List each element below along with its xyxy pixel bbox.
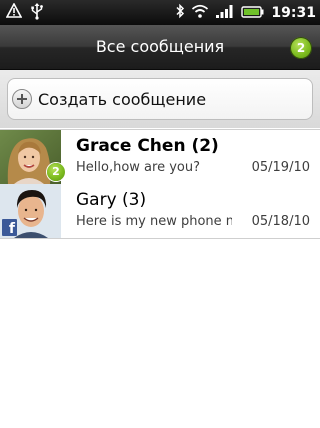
plus-icon <box>12 89 32 109</box>
title-bar: Все сообщения 2 <box>0 25 320 70</box>
thread-item[interactable]: f Gary (3) Here is my new phone number 0… <box>0 184 320 239</box>
alert-icon <box>5 2 23 23</box>
message-preview: Here is my new phone number <box>76 214 232 229</box>
contact-avatar[interactable]: f <box>0 184 61 238</box>
message-preview: Hello,how are you? <box>76 160 200 175</box>
status-bar: 19:31 <box>0 0 320 25</box>
unread-badge: 2 <box>47 163 65 181</box>
facebook-icon: f <box>2 219 17 237</box>
contact-name: Grace Chen (2) <box>76 136 219 156</box>
thread-item[interactable]: 2 Grace Chen (2) Hello,how are you? 05/1… <box>0 129 320 185</box>
message-date: 05/19/10 <box>251 160 310 175</box>
compose-message-label: Создать сообщение <box>38 89 207 109</box>
message-date: 05/18/10 <box>251 214 310 229</box>
page-title: Все сообщения <box>95 37 225 56</box>
unread-count-badge: 2 <box>290 37 312 59</box>
status-left-group <box>5 2 44 24</box>
compose-message-button[interactable]: Создать сообщение <box>7 78 313 120</box>
usb-icon <box>30 2 44 24</box>
battery-icon <box>241 4 265 23</box>
status-right-group: 19:31 <box>175 2 316 24</box>
status-time: 19:31 <box>271 5 316 21</box>
contact-name: Gary (3) <box>76 190 147 210</box>
bluetooth-icon <box>175 3 185 23</box>
signal-icon <box>215 3 235 23</box>
compose-area: Создать сообщение <box>0 70 320 128</box>
wifi-icon <box>191 3 209 23</box>
